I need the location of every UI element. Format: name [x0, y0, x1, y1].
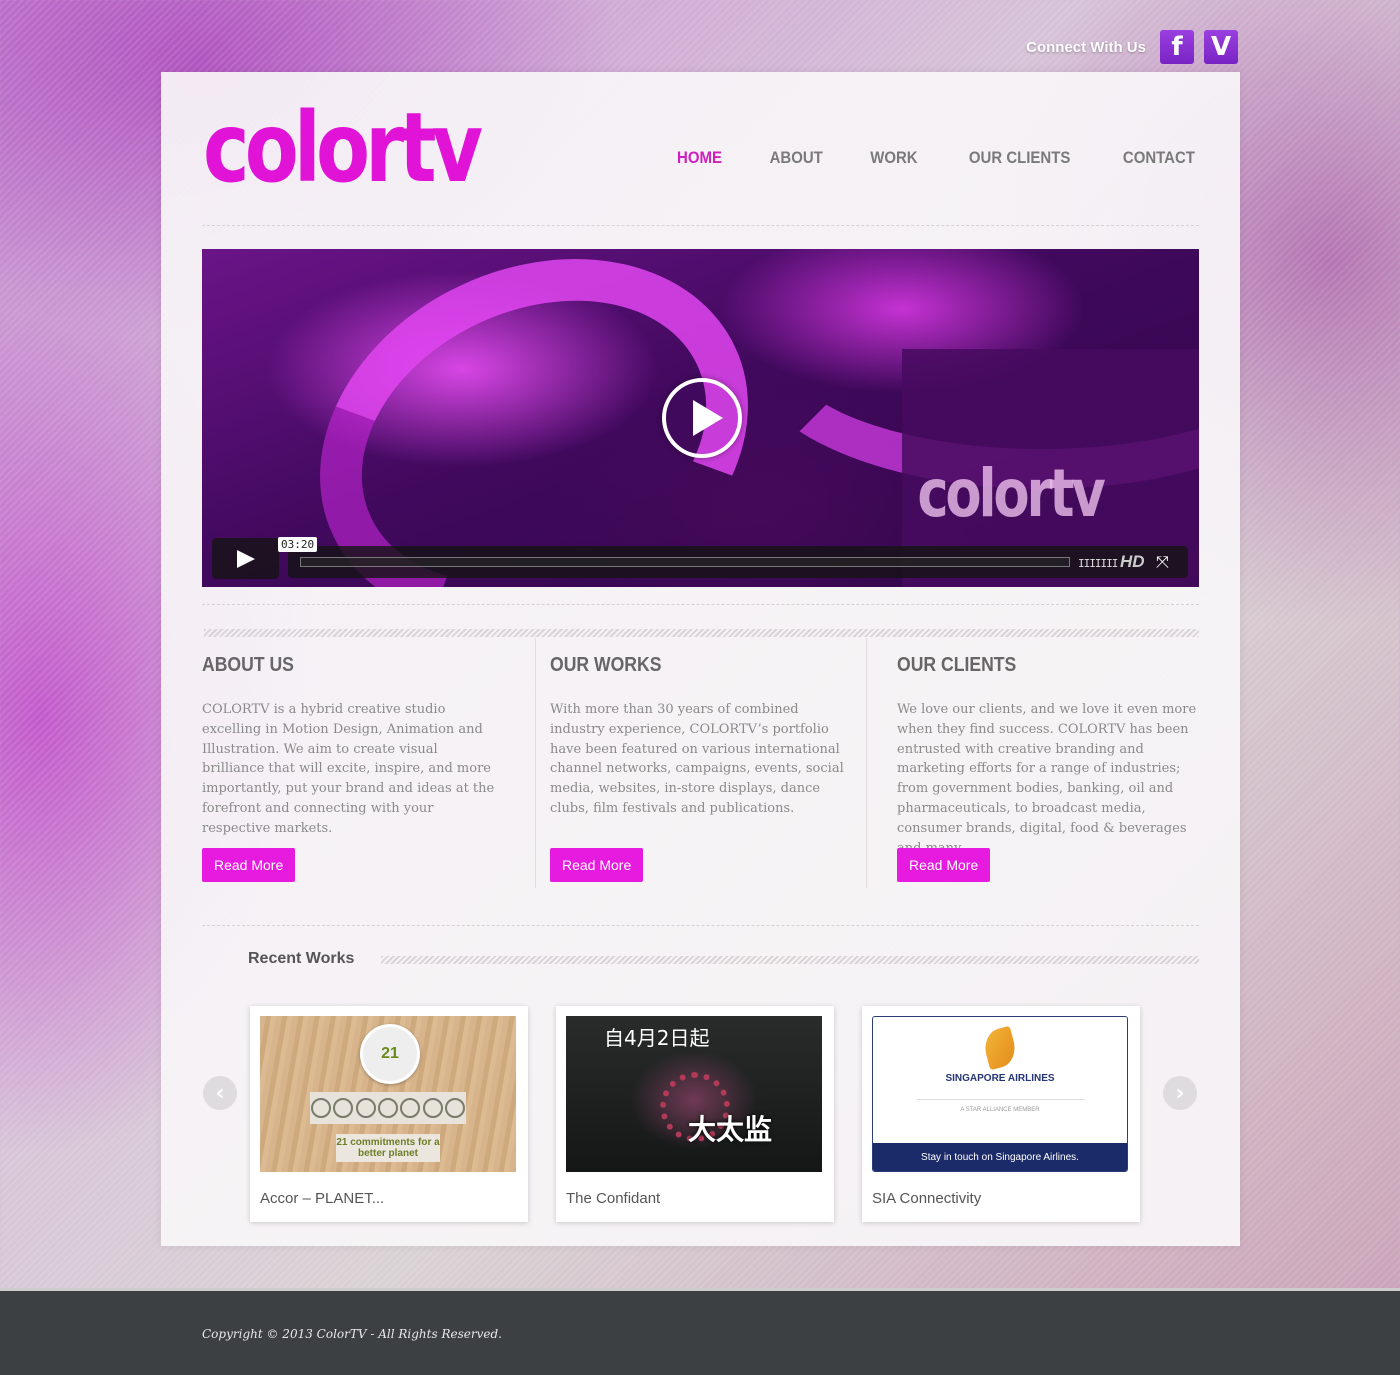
- site-logo[interactable]: colortv: [203, 100, 483, 196]
- fullscreen-icon[interactable]: ⤧: [1156, 552, 1169, 572]
- nav-home[interactable]: HOME: [677, 148, 722, 168]
- about-column: ABOUT US COLORTV is a hybrid creative st…: [202, 654, 502, 882]
- copyright-text: Copyright © 2013 ColorTV - All Rights Re…: [202, 1327, 502, 1341]
- main-card: colortv HOME ABOUT WORK OUR CLIENTS CONT…: [161, 72, 1240, 1246]
- sia-tagline: Stay in touch on Singapore Airlines.: [873, 1143, 1127, 1171]
- clients-column: OUR CLIENTS We love our clients, and we …: [897, 654, 1197, 882]
- recent-works-title: Recent Works: [248, 950, 355, 967]
- connect-label: Connect With Us: [1026, 38, 1146, 56]
- clients-title: OUR CLIENTS: [897, 654, 1017, 676]
- work-card[interactable]: 21 21 commitments for a better planet Ac…: [250, 1006, 528, 1222]
- works-read-more-button[interactable]: Read More: [550, 848, 644, 882]
- work-thumbnail[interactable]: 自4月2日起 大太监: [566, 1016, 822, 1172]
- nav-work[interactable]: WORK: [870, 148, 917, 168]
- carousel-next-icon[interactable]: ›: [1163, 1076, 1197, 1110]
- divider: [202, 925, 1199, 926]
- carousel-prev-icon[interactable]: ‹: [203, 1076, 237, 1110]
- star-alliance-text: A STAR ALLIANCE MEMBER: [960, 1107, 1040, 1113]
- nav-about[interactable]: ABOUT: [769, 148, 822, 168]
- divider: [917, 1099, 1085, 1100]
- volume-icon[interactable]: IIIIIII: [1078, 557, 1118, 570]
- control-bar: IIIIIII HD ⤧: [288, 546, 1188, 578]
- about-read-more-button[interactable]: Read More: [202, 848, 296, 882]
- work-title[interactable]: SIA Connectivity: [872, 1190, 981, 1207]
- sia-bird-logo: [980, 1025, 1020, 1071]
- works-text: With more than 30 years of combined indu…: [550, 702, 844, 816]
- play-icon[interactable]: [662, 378, 742, 458]
- clients-read-more-button[interactable]: Read More: [897, 848, 991, 882]
- video-player[interactable]: colortv IIIIIII HD ⤧ 03:20: [202, 249, 1199, 587]
- progress-track[interactable]: [300, 557, 1070, 567]
- work-card[interactable]: 自4月2日起 大太监 The Confidant: [556, 1006, 834, 1222]
- divider: [202, 604, 1199, 605]
- work-title[interactable]: The Confidant: [566, 1190, 660, 1207]
- stripe-divider: [204, 629, 1199, 637]
- work-card[interactable]: SINGAPORE AIRLINES A STAR ALLIANCE MEMBE…: [862, 1006, 1140, 1222]
- main-nav: HOME ABOUT WORK OUR CLIENTS CONTACT: [674, 148, 1200, 168]
- connect-bar: Connect With Us f V: [1026, 30, 1238, 64]
- ribbon-text: 21 commitments for a better planet: [336, 1134, 440, 1162]
- column-separator: [535, 638, 536, 888]
- sia-name: SINGAPORE AIRLINES: [945, 1073, 1055, 1084]
- about-text: COLORTV is a hybrid creative studio exce…: [202, 702, 495, 836]
- work-thumbnail[interactable]: 21 21 commitments for a better planet: [260, 1016, 516, 1172]
- thumb-title-text: 大太监: [688, 1113, 773, 1146]
- nav-our-clients[interactable]: OUR CLIENTS: [969, 148, 1070, 168]
- video-watermark: colortv: [917, 455, 1106, 532]
- video-time: 03:20: [278, 537, 318, 552]
- commitment-icons: [310, 1092, 466, 1124]
- works-column: OUR WORKS With more than 30 years of com…: [550, 654, 850, 882]
- control-play-button[interactable]: [212, 538, 279, 579]
- planet21-badge: 21: [360, 1024, 420, 1084]
- works-title: OUR WORKS: [550, 654, 662, 676]
- nav-contact[interactable]: CONTACT: [1123, 148, 1195, 168]
- stripe-divider: [381, 956, 1199, 964]
- work-thumbnail[interactable]: SINGAPORE AIRLINES A STAR ALLIANCE MEMBE…: [872, 1016, 1128, 1172]
- work-title[interactable]: Accor – PLANET...: [260, 1190, 384, 1207]
- column-separator: [866, 638, 867, 888]
- thumb-date-text: 自4月2日起: [604, 1026, 710, 1050]
- hd-toggle[interactable]: HD: [1120, 552, 1145, 572]
- facebook-icon[interactable]: f: [1160, 30, 1194, 64]
- about-title: ABOUT US: [202, 654, 294, 676]
- footer: Copyright © 2013 ColorTV - All Rights Re…: [0, 1288, 1400, 1375]
- divider: [202, 225, 1199, 226]
- vimeo-icon[interactable]: V: [1204, 30, 1238, 64]
- clients-text: We love our clients, and we love it even…: [897, 702, 1197, 856]
